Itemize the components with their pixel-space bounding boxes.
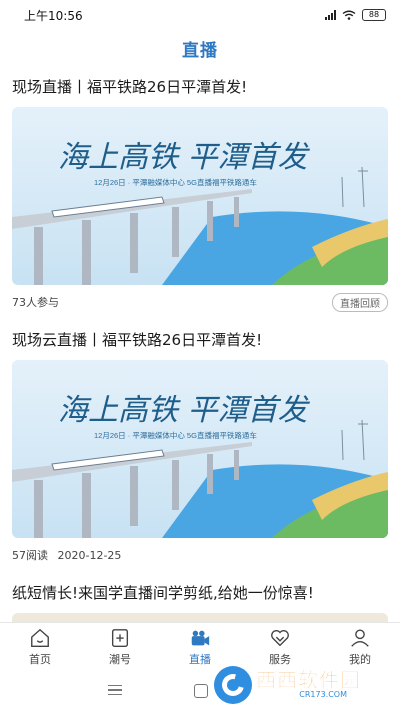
watermark-sub: CR173.COM — [299, 690, 347, 700]
feed-card[interactable]: 纸短情长!来国学直播间学剪纸,给她一份惊喜! — [0, 572, 400, 622]
card-stats: 57阅读 2020-12-25 — [12, 547, 121, 563]
tab-label: 潮号 — [109, 653, 131, 666]
status-time: 上午10:56 — [24, 8, 83, 23]
card-meta: 73人参与 直播回顾 — [12, 285, 388, 319]
add-square-icon — [111, 629, 129, 647]
railway-banner-image: 海上高铁 平潭首发 12月26日 · 平潭融媒体中心 5G直播福平铁路通车 — [12, 107, 388, 285]
tab-home[interactable]: 首页 — [0, 623, 80, 671]
card-title[interactable]: 纸短情长!来国学直播间学剪纸,给她一份惊喜! — [12, 572, 388, 613]
read-count: 57阅读 — [12, 549, 48, 562]
banner-subtitle: 12月26日 · 平潭融媒体中心 5G直播福平铁路通车 — [94, 430, 257, 440]
home-button-icon[interactable] — [194, 684, 208, 698]
card-thumbnail[interactable] — [12, 613, 388, 622]
wifi-icon — [342, 10, 356, 20]
publish-date: 2020-12-25 — [57, 549, 122, 562]
watermark-text: 西西软件园 CR173.COM — [256, 668, 361, 700]
banner-subtitle: 12月26日 · 平潭融媒体中心 5G直播福平铁路通车 — [94, 177, 257, 187]
tab-label: 首页 — [29, 653, 51, 666]
tab-chaohao[interactable]: 潮号 — [80, 623, 160, 671]
signal-icon — [325, 10, 336, 20]
card-thumbnail[interactable]: 海上高铁 平潭首发 12月26日 · 平潭融媒体中心 5G直播福平铁路通车 — [12, 360, 388, 538]
card-title[interactable]: 现场云直播丨福平铁路26日平潭首发! — [12, 319, 388, 360]
feed-card[interactable]: 现场直播丨福平铁路26日平潭首发! 海上高铁 平潭首发 12月26日 · 平潭融… — [0, 66, 400, 319]
menu-icon[interactable] — [108, 685, 122, 695]
page-title: 直播 — [182, 40, 218, 61]
status-icons: 88 — [325, 9, 386, 21]
card-thumbnail[interactable]: 海上高铁 平潭首发 12月26日 · 平潭融媒体中心 5G直播福平铁路通车 — [12, 107, 388, 285]
site-watermark: 西西软件园 CR173.COM — [214, 663, 394, 707]
feed-card[interactable]: 现场云直播丨福平铁路26日平潭首发! 海上高铁 平潭首发 12月26日 · 平潭… — [0, 319, 400, 572]
tab-label: 直播 — [189, 653, 211, 666]
watermark-logo-icon — [214, 666, 252, 704]
live-feed[interactable]: 现场直播丨福平铁路26日平潭首发! 海上高铁 平潭首发 12月26日 · 平潭融… — [0, 66, 400, 622]
status-bar: 上午10:56 88 — [0, 0, 400, 30]
railway-banner-image: 海上高铁 平潭首发 12月26日 · 平潭融媒体中心 5G直播福平铁路通车 — [12, 360, 388, 538]
home-icon — [31, 628, 49, 647]
card-meta: 57阅读 2020-12-25 — [12, 538, 388, 572]
participant-count: 73人参与 — [12, 296, 59, 309]
video-camera-icon — [191, 630, 210, 646]
watermark-main: 西西软件园 — [256, 668, 361, 693]
replay-badge: 直播回顾 — [332, 292, 388, 312]
banner-headline: 海上高铁 平潭首发 — [58, 140, 311, 175]
battery-indicator: 88 — [362, 9, 386, 21]
banner-headline: 海上高铁 平潭首发 — [58, 393, 311, 428]
user-icon — [351, 629, 369, 647]
heart-icon — [271, 630, 289, 647]
card-title[interactable]: 现场直播丨福平铁路26日平潭首发! — [12, 66, 388, 107]
